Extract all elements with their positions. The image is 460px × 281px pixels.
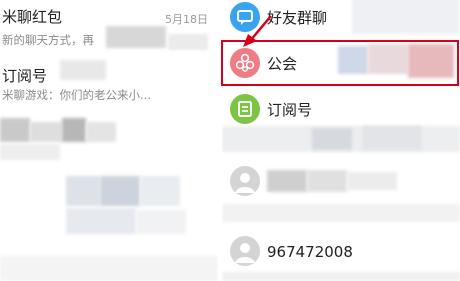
conversation-item[interactable]: 订阅号 米聊游戏：你们的老公来小... bbox=[0, 60, 218, 112]
pixelated-region bbox=[347, 172, 397, 190]
pixelated-region bbox=[136, 210, 186, 234]
pixelated-region bbox=[222, 204, 460, 222]
pixelated-region bbox=[312, 128, 352, 150]
pixelated-region bbox=[0, 256, 218, 281]
menu-item-obscured[interactable] bbox=[222, 120, 460, 156]
conversation-item-obscured[interactable] bbox=[0, 112, 218, 172]
pixelated-region bbox=[60, 60, 106, 80]
avatar bbox=[230, 236, 260, 266]
pixelated-region bbox=[30, 122, 62, 142]
menu-item-label: 好友群聊 bbox=[267, 9, 328, 27]
contact-row-obscured[interactable] bbox=[222, 160, 460, 202]
contact-row[interactable]: 967472008 bbox=[222, 230, 460, 274]
conversation-list: 米聊红包 5月18日 新的聊天方式，再 订阅号 米聊游戏：你们的老公来小... bbox=[0, 0, 218, 281]
conversation-time: 5月18日 bbox=[165, 13, 208, 26]
pixelated-region bbox=[0, 118, 30, 142]
pixelated-region bbox=[352, 0, 460, 34]
menu-item-label: 订阅号 bbox=[267, 101, 313, 119]
pixelated-region bbox=[86, 122, 116, 142]
avatar bbox=[230, 166, 260, 196]
pixelated-region bbox=[106, 26, 166, 48]
pixelated-region bbox=[222, 272, 460, 281]
pixelated-region bbox=[100, 176, 140, 206]
conversation-title: 米聊红包 bbox=[2, 8, 63, 26]
pixelated-region bbox=[66, 208, 136, 234]
conversation-preview: 新的聊天方式，再 bbox=[2, 33, 94, 47]
pixelated-region bbox=[362, 126, 422, 150]
pixelated-region bbox=[168, 34, 208, 50]
contact-id: 967472008 bbox=[267, 243, 353, 261]
pixelated-region bbox=[0, 144, 60, 160]
pixelated-region bbox=[66, 176, 100, 206]
pixelated-region bbox=[140, 176, 180, 206]
red-arrow-icon bbox=[243, 15, 272, 47]
pixelated-region bbox=[307, 170, 347, 192]
conversation-item[interactable]: 米聊红包 5月18日 新的聊天方式，再 bbox=[0, 0, 218, 58]
conversation-title: 订阅号 bbox=[2, 67, 48, 85]
pixelated-region bbox=[62, 118, 86, 142]
conversation-preview: 米聊游戏：你们的老公来小... bbox=[2, 88, 151, 102]
pixelated-region bbox=[267, 170, 307, 192]
